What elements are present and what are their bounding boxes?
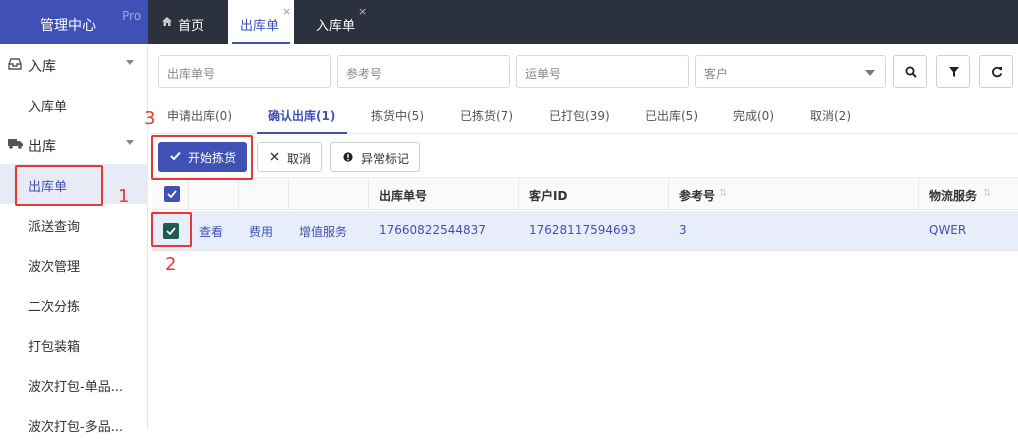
header-label: 出库单号 [379,189,428,203]
header-cell [188,178,238,210]
ref-no-input[interactable]: 参考号 [337,55,510,88]
active-tab-indicator [232,42,290,44]
sidebar-item-label: 派送查询 [28,220,81,235]
header-ref-no[interactable]: 参考号 ⇅ [668,178,918,210]
sidebar-item-label: 波次打包-单品... [28,380,124,395]
header-customer-id[interactable]: 客户ID [518,178,668,210]
truck-icon [8,139,23,149]
sidebar-item-label: 入库单 [28,100,68,115]
annotation-box-1 [15,165,103,206]
close-icon[interactable]: × [358,5,367,18]
sort-icon[interactable]: ⇅ [983,188,991,199]
annotation-box-2 [151,212,192,247]
sidebar-item-packing[interactable]: 打包装箱 [0,324,148,364]
annotation-number-3: 3 [144,108,156,129]
close-icon[interactable]: × [282,5,291,18]
header-order-no[interactable]: 出库单号 [368,178,518,210]
sidebar-item-label: 波次管理 [28,260,81,275]
header-label: 客户ID [529,189,568,203]
value-added-service-link[interactable]: 增值服务 [299,223,347,240]
inbox-icon [8,58,22,70]
tab-completed[interactable]: 完成(0) [733,107,774,124]
logistics-cell[interactable]: QWER [929,223,966,237]
filter-button[interactable] [936,55,970,88]
select-all-checkbox[interactable] [164,186,180,202]
active-tab-indicator [257,132,347,134]
sidebar-item-wave-pack-single[interactable]: 波次打包-单品... [0,364,148,404]
view-link[interactable]: 查看 [199,223,223,240]
tab-home[interactable]: 首页 [148,0,228,44]
annotation-number-2: 2 [165,254,177,275]
header-label: 参考号 [679,189,716,203]
customer-id-cell[interactable]: 17628117594693 [529,223,636,237]
tab-inbound-order[interactable]: 入库单 × [294,0,374,44]
tab-outbound-order[interactable]: 出库单 × [228,0,294,44]
sidebar-item-secondary-sorting[interactable]: 二次分拣 [0,284,148,324]
brand-title: 管理中心 [40,18,96,34]
order-no-cell[interactable]: 17660822544837 [379,223,486,237]
sidebar-group-label: 出库 [28,139,56,155]
close-icon [270,152,279,161]
tab-shipped[interactable]: 已出库(5) [645,107,698,124]
brand: 管理中心 Pro [0,0,148,44]
sort-icon[interactable]: ⇅ [719,188,727,199]
tab-packed[interactable]: 已打包(39) [549,107,610,124]
annotation-number-1: 1 [118,186,130,207]
header-cell [238,178,288,210]
sidebar-item-label: 打包装箱 [28,340,81,355]
header-logistics[interactable]: 物流服务 ⇅ [918,178,1018,210]
sidebar-item-label: 波次打包-多品... [28,420,124,435]
sidebar-group-label: 入库 [28,59,56,75]
filter-icon [949,67,959,77]
table-row[interactable]: 查看 费用 增值服务 17660822544837 17628117594693… [152,211,1018,251]
tab-apply-outbound[interactable]: 申请出库(0) [167,107,232,124]
table-header: 出库单号 客户ID 参考号 ⇅ 物流服务 ⇅ [152,177,1018,210]
pro-badge: Pro [122,9,142,23]
header-cell [288,178,368,210]
sidebar-item-wave-management[interactable]: 波次管理 [0,244,148,284]
search-button[interactable] [893,55,927,88]
customer-select[interactable]: 客户 [695,55,886,88]
header-label: 物流服务 [929,189,978,203]
tab-inbound-order-label: 入库单 [316,19,356,34]
tracking-no-placeholder: 运单号 [525,67,562,81]
sidebar-item-inbound-order[interactable]: 入库单 [0,84,148,124]
ref-no-placeholder: 参考号 [346,67,383,81]
sidebar-item-label: 二次分拣 [28,300,81,315]
tab-cancelled[interactable]: 取消(2) [810,107,851,124]
refresh-button[interactable] [979,55,1013,88]
exception-mark-label: 异常标记 [361,152,410,166]
fee-link[interactable]: 费用 [249,223,273,240]
tab-picking[interactable]: 拣货中(5) [371,107,424,124]
tab-home-label: 首页 [178,19,205,34]
tab-picked[interactable]: 已拣货(7) [460,107,513,124]
order-no-input[interactable]: 出库单号 [158,55,331,88]
cancel-button[interactable]: 取消 [257,142,322,172]
ref-no-cell[interactable]: 3 [679,223,687,237]
exception-mark-button[interactable]: 异常标记 [330,142,420,172]
tab-outbound-order-label: 出库单 [240,19,280,34]
sidebar-group-outbound[interactable]: 出库 [0,124,148,164]
customer-placeholder: 客户 [704,67,729,81]
order-no-placeholder: 出库单号 [167,67,216,81]
chevron-down-icon [865,70,875,76]
chevron-down-icon [126,140,134,145]
home-icon [162,17,172,26]
sidebar-group-inbound[interactable]: 入库 [0,44,148,84]
chevron-down-icon [126,60,134,65]
tracking-no-input[interactable]: 运单号 [516,55,689,88]
alert-icon [343,152,353,162]
sidebar-item-wave-pack-multi[interactable]: 波次打包-多品... [0,404,148,444]
sidebar: 入库 入库单 出库 出库单 派送查询 波次管理 二次分拣 打包装箱 波次打包-单… [0,44,148,435]
cancel-label: 取消 [287,152,312,166]
annotation-box-3 [151,135,253,180]
search-icon [905,66,917,78]
refresh-icon [992,66,1003,78]
check-icon [167,190,177,198]
sidebar-item-delivery-query[interactable]: 派送查询 [0,204,148,244]
tab-confirm-outbound[interactable]: 确认出库(1) [268,107,335,124]
